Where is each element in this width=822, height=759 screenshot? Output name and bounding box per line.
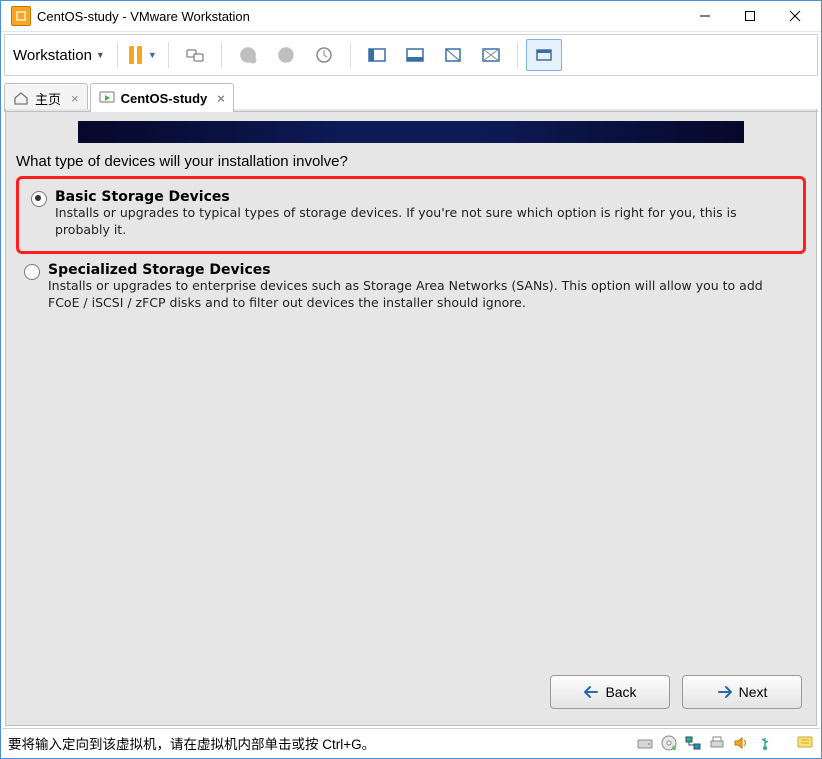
chevron-down-icon: ▼ <box>148 50 157 60</box>
installer-prompt: What type of devices will your installat… <box>16 153 816 170</box>
vmware-app-icon <box>11 6 31 26</box>
window-title: CentOS-study - VMware Workstation <box>37 9 250 24</box>
pause-icon <box>129 46 142 64</box>
option-basic-storage[interactable]: Basic Storage Devices Installs or upgrad… <box>23 185 795 243</box>
tab-vm-label: CentOS-study <box>121 91 208 106</box>
tab-vm[interactable]: CentOS-study × <box>90 83 234 112</box>
tab-home[interactable]: 主页 × <box>4 83 88 112</box>
option-desc: Installs or upgrades to typical types of… <box>55 205 787 239</box>
view-cycle-button[interactable] <box>526 39 562 71</box>
sound-icon[interactable] <box>732 734 750 752</box>
toolbar-separator <box>168 42 169 68</box>
status-bar: 要将输入定向到该虚拟机，请在虚拟机内部单击或按 Ctrl+G。 <box>2 728 820 757</box>
option-title: Basic Storage Devices <box>55 189 787 205</box>
harddisk-icon[interactable] <box>636 734 654 752</box>
view-fullscreen-button[interactable] <box>435 39 471 71</box>
send-ctrl-alt-del-button[interactable] <box>177 39 213 71</box>
snapshot-take-button[interactable] <box>230 39 266 71</box>
radio-specialized-storage[interactable] <box>24 264 40 280</box>
tab-strip: 主页 × CentOS-study × <box>4 82 818 112</box>
close-button[interactable] <box>772 2 817 30</box>
snapshot-manager-button[interactable] <box>306 39 342 71</box>
view-console-button[interactable] <box>359 39 395 71</box>
radio-basic-storage[interactable] <box>31 191 47 207</box>
title-bar: CentOS-study - VMware Workstation <box>1 1 821 32</box>
device-tray <box>636 734 814 752</box>
workstation-menu[interactable]: Workstation ▼ <box>9 43 109 68</box>
storage-options: Basic Storage Devices Installs or upgrad… <box>16 176 806 316</box>
installer-banner <box>78 121 744 143</box>
home-icon <box>13 90 29 106</box>
vm-console[interactable]: What type of devices will your installat… <box>5 109 817 726</box>
workstation-menu-label: Workstation <box>13 47 92 64</box>
option-desc: Installs or upgrades to enterprise devic… <box>48 278 798 312</box>
view-unity-button[interactable] <box>397 39 433 71</box>
maximize-button[interactable] <box>727 2 772 30</box>
status-message: 要将输入定向到该虚拟机，请在虚拟机内部单击或按 Ctrl+G。 <box>8 733 636 753</box>
printer-icon[interactable] <box>708 734 726 752</box>
usb-icon[interactable] <box>756 734 774 752</box>
cdrom-icon[interactable] <box>660 734 678 752</box>
option-title: Specialized Storage Devices <box>48 262 798 278</box>
option-highlight: Basic Storage Devices Installs or upgrad… <box>16 176 806 254</box>
view-stretch-button[interactable] <box>473 39 509 71</box>
tab-home-label: 主页 <box>35 89 61 108</box>
installer-nav-buttons: Back Next <box>550 675 802 709</box>
tab-close-icon[interactable]: × <box>217 91 225 106</box>
toolbar-separator <box>517 42 518 68</box>
network-icon[interactable] <box>684 734 702 752</box>
messages-icon[interactable] <box>796 734 814 752</box>
vmware-window: CentOS-study - VMware Workstation Workst… <box>0 0 822 759</box>
back-button[interactable]: Back <box>550 675 670 709</box>
chevron-down-icon: ▼ <box>96 50 105 60</box>
power-pause-button[interactable]: ▼ <box>126 39 160 71</box>
snapshot-revert-button[interactable] <box>268 39 304 71</box>
tab-close-icon[interactable]: × <box>71 91 79 106</box>
back-button-label: Back <box>605 684 636 700</box>
arrow-right-icon <box>717 685 733 699</box>
monitor-play-icon <box>99 90 115 106</box>
toolbar-separator <box>221 42 222 68</box>
toolbar: Workstation ▼ ▼ <box>4 34 818 76</box>
minimize-button[interactable] <box>682 2 727 30</box>
option-specialized-storage[interactable]: Specialized Storage Devices Installs or … <box>16 258 806 316</box>
next-button-label: Next <box>739 684 768 700</box>
next-button[interactable]: Next <box>682 675 802 709</box>
toolbar-separator <box>350 42 351 68</box>
arrow-left-icon <box>583 685 599 699</box>
toolbar-separator <box>117 42 118 68</box>
